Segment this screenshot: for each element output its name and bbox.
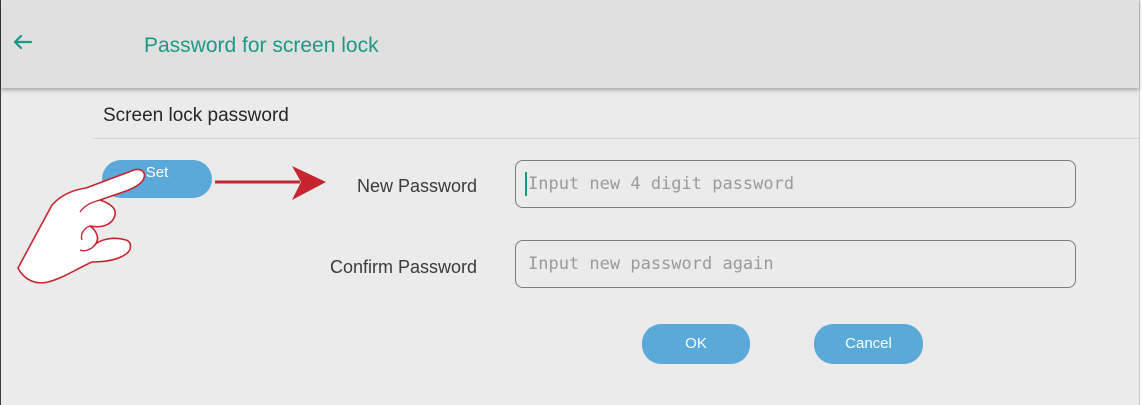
app-bar: Password for screen lock <box>1 0 1139 88</box>
confirm-password-label: Confirm Password <box>329 257 477 277</box>
set-button[interactable]: Set <box>102 160 212 198</box>
confirm-password-placeholder: Input new password again <box>528 254 774 274</box>
new-password-placeholder: Input new 4 digit password <box>528 174 795 194</box>
section-divider <box>93 138 1139 139</box>
new-password-input[interactable]: Input new 4 digit password <box>515 160 1076 208</box>
ok-button[interactable]: OK <box>642 324 750 364</box>
text-cursor <box>525 172 527 196</box>
section-title: Screen lock password <box>103 105 289 126</box>
new-password-label: New Password <box>356 176 477 196</box>
confirm-password-input[interactable]: Input new password again <box>515 240 1076 288</box>
arrow-left-icon <box>13 34 33 50</box>
page-title: Password for screen lock <box>144 34 379 57</box>
cancel-button[interactable]: Cancel <box>814 324 923 364</box>
back-button[interactable] <box>9 28 37 56</box>
set-button-label: Set <box>145 164 169 181</box>
settings-window: Password for screen lock Screen lock pas… <box>0 0 1140 405</box>
